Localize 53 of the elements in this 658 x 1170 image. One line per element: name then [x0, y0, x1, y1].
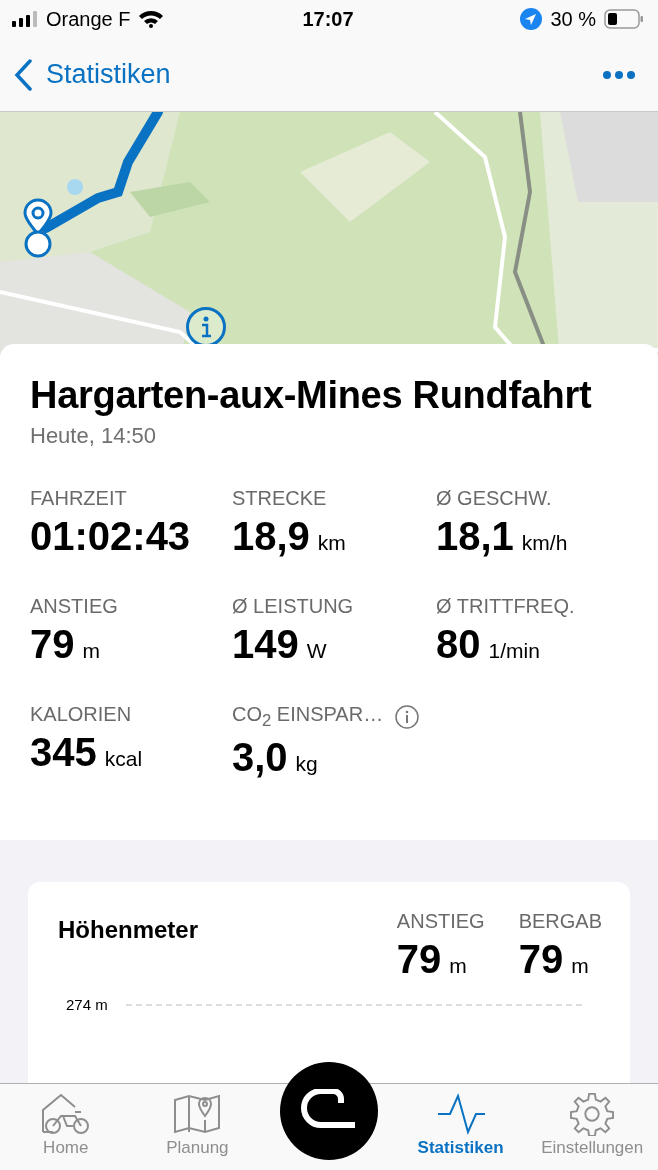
back-chevron-icon [14, 58, 32, 91]
stat-unit: m [82, 639, 100, 663]
elevation-title: Höhenmeter [58, 916, 199, 945]
battery-percent: 30 % [550, 7, 596, 31]
stat-label: KALORIEN [30, 703, 132, 726]
stat-unit: kg [295, 752, 318, 776]
stat-label: Ø GESCHW. [436, 487, 552, 510]
stat-label: Ø TRITTFREQ. [436, 595, 575, 618]
info-icon[interactable] [395, 705, 420, 729]
stat-label: ANSTIEG [30, 595, 118, 618]
stat-unit: km [317, 531, 346, 555]
stat-unit: W [306, 639, 327, 663]
tab-item[interactable]: Planung [131, 1084, 264, 1170]
battery-icon [604, 9, 644, 29]
stat-value: 18,9 [232, 514, 310, 559]
map-icon [173, 1092, 222, 1136]
stat-value: 01:02:43 [30, 514, 191, 559]
stat-value: 149 [232, 622, 299, 667]
stat-label: CO$_{2}$ EINSPAR… [232, 703, 384, 731]
stat-value: 345 [30, 730, 97, 775]
stat-value: 79 [518, 937, 564, 982]
route-pin-icon [22, 198, 54, 260]
carrier-name: Orange F [46, 7, 131, 31]
stat-value: 79 [30, 622, 75, 667]
tab-item[interactable]: Home [0, 1084, 132, 1170]
stat-unit: kcal [104, 747, 143, 771]
stat-unit: m [571, 954, 589, 978]
ride-date: Heute, 14:50 [30, 423, 157, 449]
stat-value: 3,0 [232, 735, 288, 780]
ride-title: Hargarten-aux-Mines Rundfahrt [30, 374, 593, 417]
info-icon [200, 316, 212, 338]
stat-label: STRECKE [232, 487, 327, 510]
stat-label: ANSTIEG [396, 910, 485, 933]
stat-unit: m [449, 954, 467, 978]
more-icon [602, 69, 636, 80]
axis-tick-label: 274 m [66, 996, 108, 1013]
tab-item[interactable]: Statistiken [394, 1084, 527, 1170]
clock-time: 17:07 [302, 7, 354, 31]
pulse-icon [435, 1092, 486, 1136]
house-bike-icon [40, 1092, 91, 1136]
back-button[interactable]: Statistiken [14, 58, 171, 91]
stat-label: Ø LEISTUNG [232, 595, 354, 618]
tab-item[interactable]: Einstellungen [526, 1084, 658, 1170]
wifi-icon [138, 10, 165, 28]
signal-icon [12, 11, 38, 27]
stat-value: 18,1 [436, 514, 514, 559]
settings-icon [569, 1092, 616, 1136]
stat-label: FAHRZEIT [30, 487, 127, 510]
stat-label: BERGAB [518, 910, 602, 933]
stat-unit: 1/min [488, 639, 540, 663]
stat-value: 79 [396, 937, 442, 982]
stat-value: 80 [436, 622, 481, 667]
stat-unit: km/h [521, 531, 568, 555]
